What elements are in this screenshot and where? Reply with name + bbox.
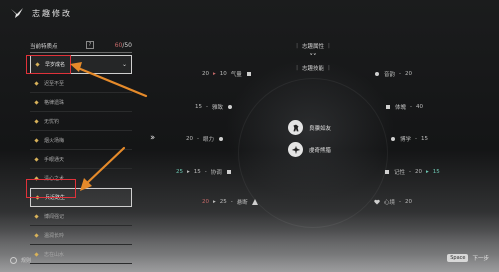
stat-icon xyxy=(226,169,232,175)
stat-xietiao: 25 ▸ 15- 协调 xyxy=(176,168,232,176)
stat-icon xyxy=(384,169,390,175)
stat-qiliang: 20 ▸ 10 气量 xyxy=(202,70,252,78)
skill-label: 良骥如友 xyxy=(309,125,332,132)
stat-icon xyxy=(218,136,224,142)
stat-icon xyxy=(385,104,391,110)
stat-icon xyxy=(374,71,380,77)
next-step-label: 下一步 xyxy=(472,256,489,262)
tab-attributes[interactable]: 志趣属性 xyxy=(302,42,324,50)
stat-xuanduan: 20 ▸ 25- 悬断 xyxy=(202,198,258,206)
stat-icon xyxy=(246,71,252,77)
stat-yazhi: 15- 雅致 xyxy=(195,103,233,111)
bird-icon xyxy=(288,142,303,157)
stat-icon xyxy=(251,199,258,205)
rules-label: 规则 xyxy=(21,258,32,264)
rules-button[interactable]: 规则 xyxy=(10,257,31,264)
rules-icon xyxy=(10,257,17,264)
space-key-hint: Space xyxy=(447,254,469,262)
heart-icon xyxy=(374,199,380,205)
chevron-down-icon: ˅˅ xyxy=(309,53,317,61)
next-step-button[interactable]: Space 下一步 xyxy=(447,254,489,262)
skill-item[interactable]: 虔奇熊腊 xyxy=(288,142,331,157)
stat-yanli: 20- 眼力 xyxy=(186,135,224,143)
stat-jixing: 记性 -20 ▸ 15 xyxy=(384,168,440,176)
skill-label: 虔奇熊腊 xyxy=(309,147,332,154)
stat-yinyun: 音韵 -20 xyxy=(374,70,412,78)
double-chevron-right-icon: ›› xyxy=(150,133,155,143)
stat-boxue: 博学 -15 xyxy=(390,135,428,143)
stat-xinjing: 心境 -20 xyxy=(374,198,412,206)
stat-icon xyxy=(390,136,396,142)
stat-tipo: 体魄 -40 xyxy=(385,103,423,111)
stat-icon xyxy=(227,104,233,110)
center-header: | 志趣属性 | ˅˅ | 志趣技能 | xyxy=(268,42,358,72)
horse-icon xyxy=(288,120,303,135)
skill-item[interactable]: 良骥如友 xyxy=(288,120,331,135)
tab-skills[interactable]: 志趣技能 xyxy=(302,64,324,72)
